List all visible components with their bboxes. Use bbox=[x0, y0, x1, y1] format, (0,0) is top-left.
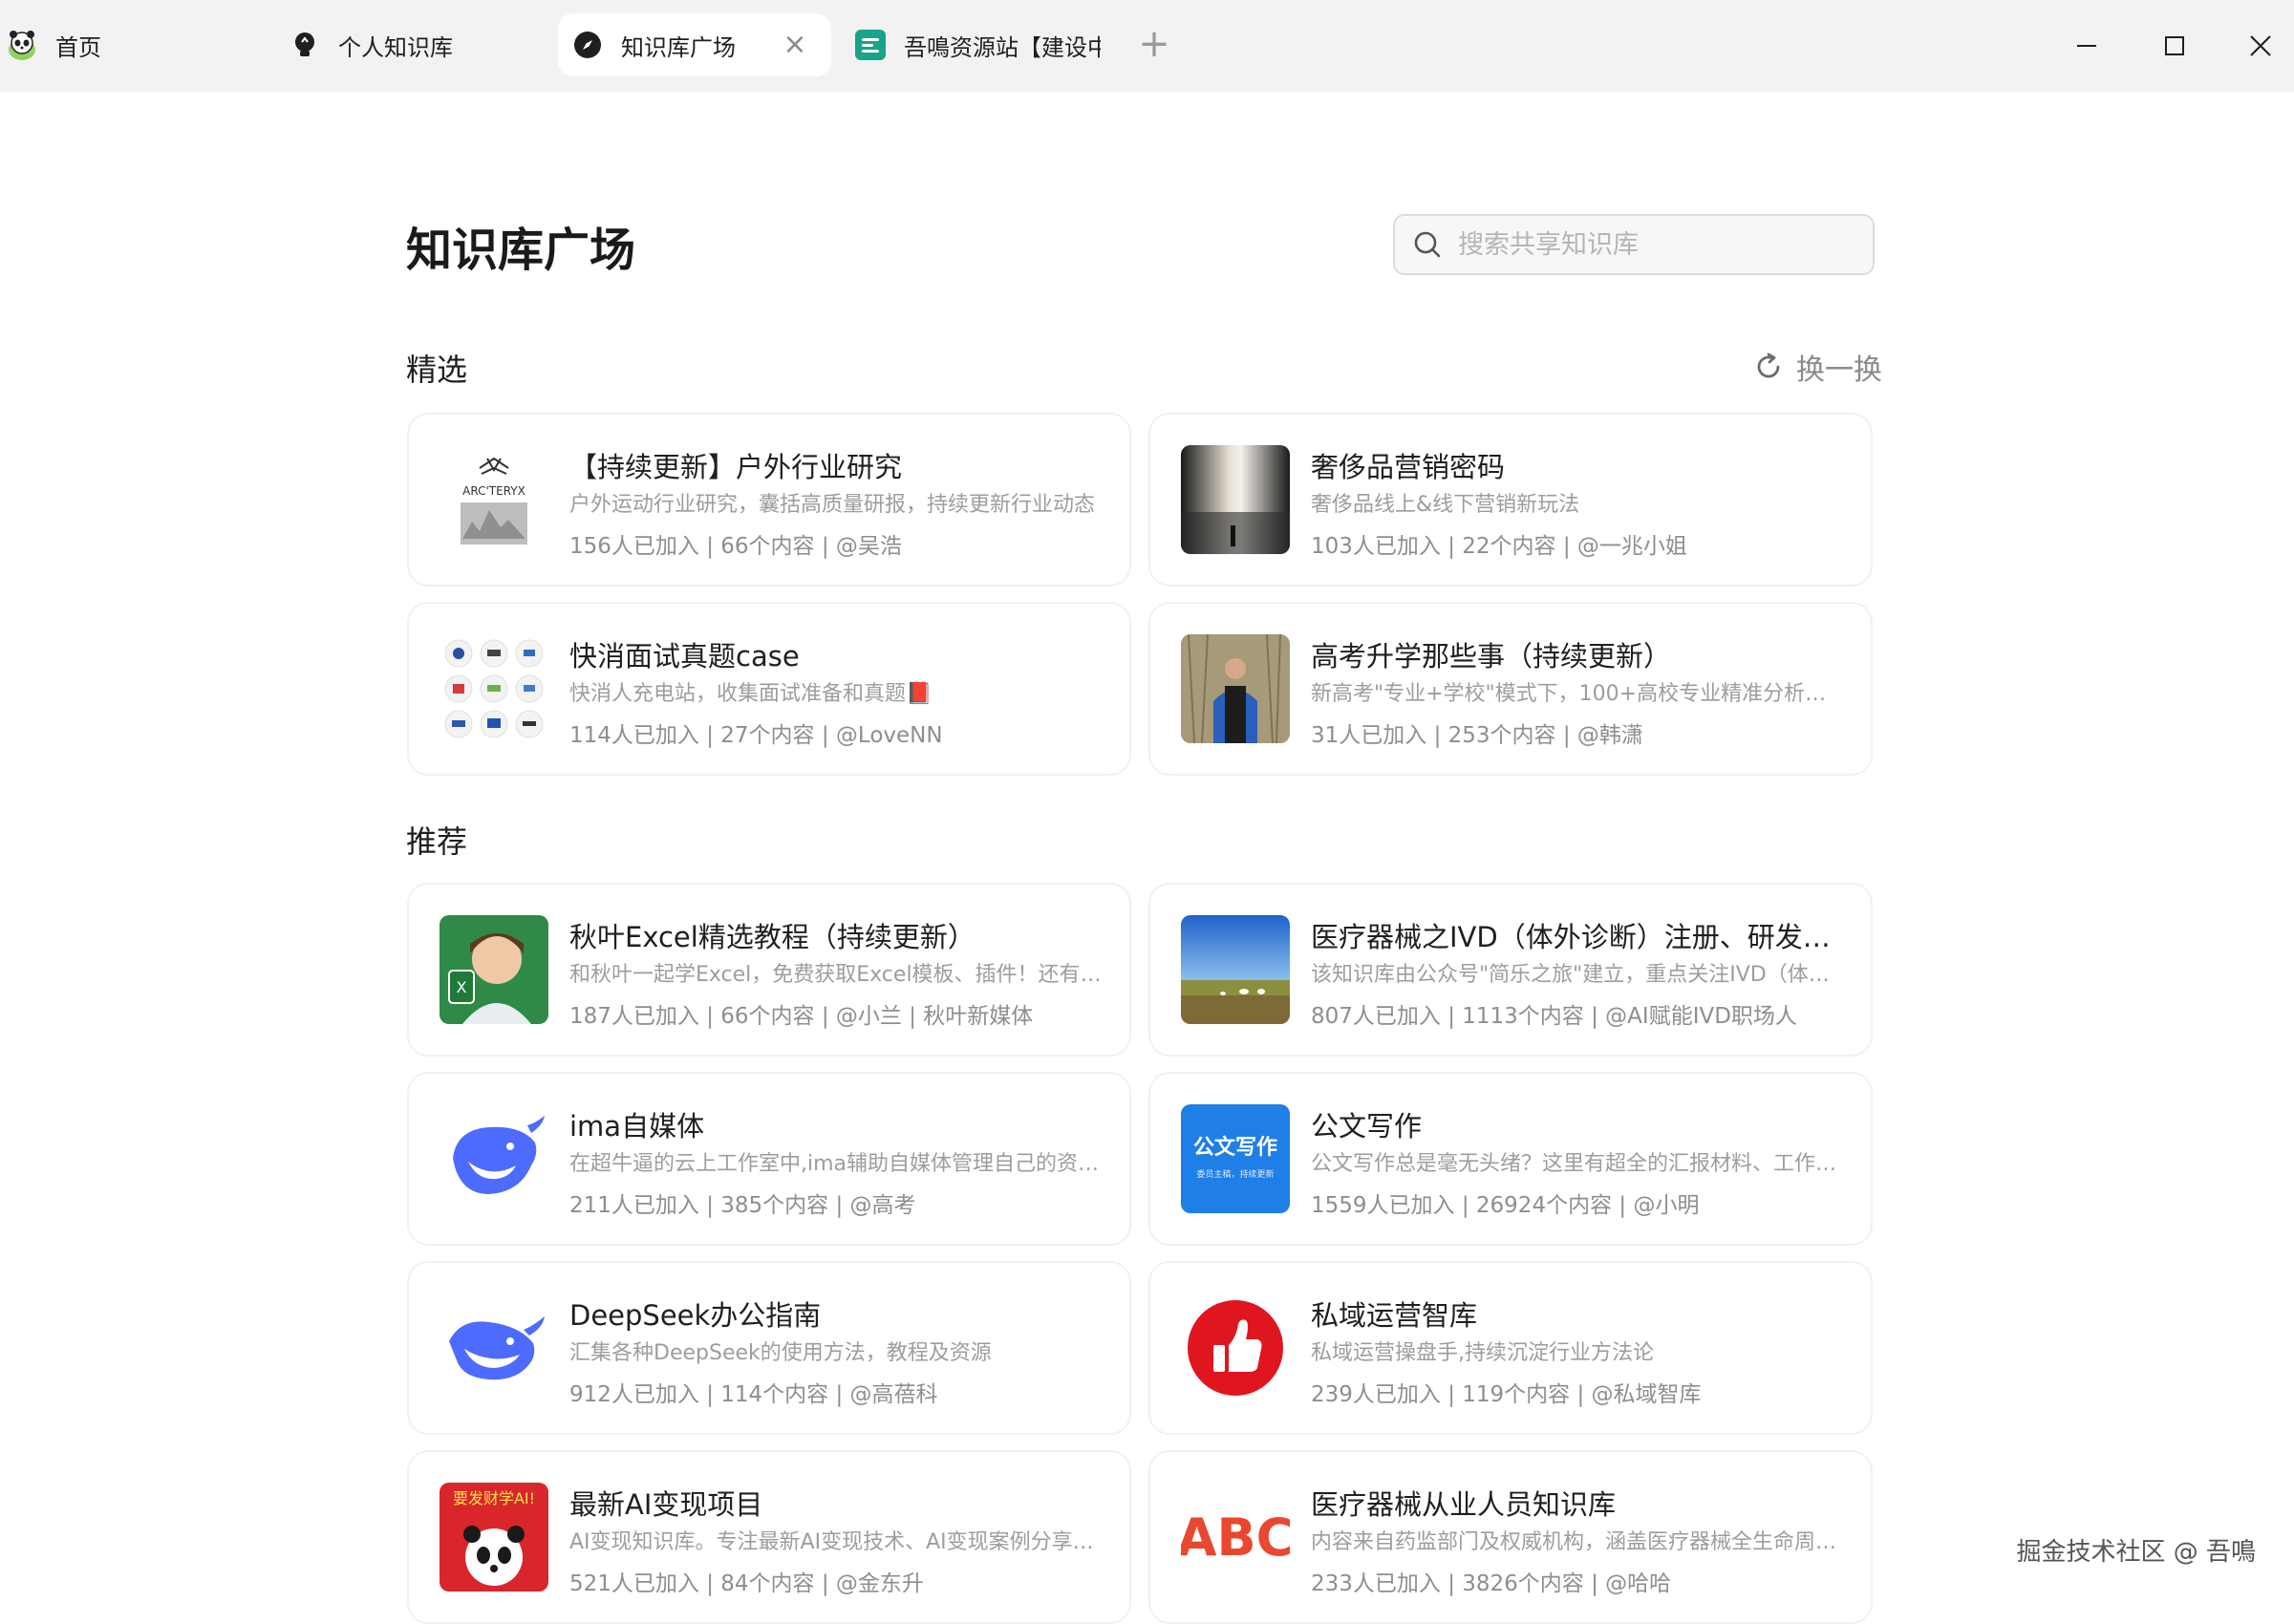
thumb-arcteryx: ARC'TERYX bbox=[440, 445, 548, 554]
tab-label: 个人知识库 bbox=[338, 33, 453, 61]
kb-card-private-domain[interactable]: 私域运营智库 私域运营操盘手,持续沉淀行业方法论 239人已加入 | 119个内… bbox=[1148, 1261, 1873, 1435]
card-title: 高考升学那些事（持续更新） bbox=[1311, 640, 1672, 673]
compass-icon bbox=[571, 29, 604, 61]
watermark: 掘金技术社区 @ 吾鳴 bbox=[2016, 1538, 2256, 1567]
tab-bar: 首页 个人知识库 知识库广场 × 吾鳴资源站【建设中 + bbox=[0, 0, 2294, 92]
kb-card-luxury[interactable]: 奢侈品营销密码 奢侈品线上&线下营销新玩法 103人已加入 | 22个内容 | … bbox=[1148, 413, 1873, 587]
thumb-abc-logo: ABC bbox=[1181, 1483, 1290, 1592]
card-title: ima自媒体 bbox=[569, 1110, 705, 1143]
thumb-person-photo bbox=[1181, 634, 1290, 743]
card-desc: 该知识库由公众号"简乐之旅"建立，重点关注IVD（体外诊断）… bbox=[1311, 963, 1846, 987]
card-title: 【持续更新】户外行业研究 bbox=[569, 451, 903, 483]
tab-kb-square[interactable]: 知识库广场 × bbox=[558, 13, 831, 76]
card-meta: 233人已加入 | 3826个内容 | @哈哈 bbox=[1311, 1571, 1672, 1596]
minimize-button[interactable] bbox=[2064, 23, 2110, 69]
close-window-button[interactable] bbox=[2238, 23, 2283, 69]
minimize-icon bbox=[2077, 45, 2096, 47]
card-meta: 211人已加入 | 385个内容 | @高考 bbox=[569, 1193, 916, 1218]
thumb-luxury-photo bbox=[1181, 445, 1290, 554]
tab-home[interactable]: 首页 bbox=[6, 13, 264, 76]
kb-card-ai-monetize[interactable]: 要发财学AI! 最新AI变现项目 AI变现知识库。专注最新AI变现技术、AI变现… bbox=[407, 1450, 1131, 1624]
app-icon bbox=[854, 29, 887, 61]
kb-card-excel[interactable]: X 秋叶Excel精选教程（持续更新） 和秋叶一起学Excel，免费获取Exce… bbox=[407, 883, 1131, 1057]
kb-card-deepseek[interactable]: DeepSeek办公指南 汇集各种DeepSeek的使用方法，教程及资源 912… bbox=[407, 1261, 1131, 1435]
kb-card-outdoor[interactable]: ARC'TERYX 【持续更新】户外行业研究 户外运动行业研究，囊括高质量研报，… bbox=[407, 413, 1131, 587]
card-meta: 103人已加入 | 22个内容 | @一兆小姐 bbox=[1311, 534, 1687, 559]
card-desc: AI变现知识库。专注最新AI变现技术、AI变现案例分享、AI… bbox=[569, 1530, 1104, 1554]
card-meta: 114人已加入 | 27个内容 | @LoveNN bbox=[569, 723, 943, 748]
card-meta: 807人已加入 | 1113个内容 | @AI赋能IVD职场人 bbox=[1311, 1004, 1797, 1029]
refresh-icon bbox=[1752, 351, 1785, 383]
card-title: 最新AI变现项目 bbox=[569, 1488, 763, 1521]
card-title: 快消面试真题case bbox=[569, 640, 800, 673]
search-input[interactable] bbox=[1458, 229, 1859, 260]
new-tab-button[interactable]: + bbox=[1135, 25, 1173, 67]
tab-label: 知识库广场 bbox=[621, 33, 736, 61]
thumb-brand-logos bbox=[440, 634, 548, 743]
tab-label: 吾鳴资源站【建设中 bbox=[904, 33, 1101, 61]
panda-icon bbox=[6, 29, 38, 61]
section-recommended-title: 推荐 bbox=[406, 823, 468, 860]
search-icon bbox=[1408, 225, 1447, 264]
card-desc: 内容来自药监部门及权威机构，涵盖医疗器械全生命周期… bbox=[1311, 1530, 1846, 1554]
card-desc: 汇集各种DeepSeek的使用方法，教程及资源 bbox=[569, 1341, 992, 1365]
card-meta: 1559人已加入 | 26924个内容 | @小明 bbox=[1311, 1193, 1700, 1218]
whale-logo-icon bbox=[440, 1293, 548, 1402]
thumb-text: 要发财学AI! bbox=[453, 1489, 535, 1507]
kb-card-gaokao[interactable]: 高考升学那些事（持续更新） 新高考"专业+学校"模式下，100+高校专业精准分析… bbox=[1148, 602, 1873, 776]
card-title: 奢侈品营销密码 bbox=[1311, 451, 1506, 483]
card-title: 秋叶Excel精选教程（持续更新） bbox=[569, 921, 975, 953]
card-desc: 在超牛逼的云上工作室中,ima辅助自媒体管理自己的资源库… bbox=[569, 1152, 1104, 1176]
card-title: 公文写作 bbox=[1311, 1110, 1423, 1143]
thumb-text: ABC bbox=[1181, 1507, 1290, 1568]
refresh-button[interactable]: 换一换 bbox=[1752, 346, 1882, 388]
card-desc: 公文写作总是毫无头绪？这里有超全的汇报材料、工作总结… bbox=[1311, 1152, 1846, 1176]
card-title: 私域运营智库 bbox=[1311, 1299, 1478, 1332]
search-box[interactable] bbox=[1393, 214, 1875, 275]
thumb-excel-avatar: X bbox=[440, 915, 548, 1024]
kb-card-medical-device[interactable]: ABC 医疗器械从业人员知识库 内容来自药监部门及权威机构，涵盖医疗器械全生命周… bbox=[1148, 1450, 1873, 1624]
page-title: 知识库广场 bbox=[406, 224, 636, 277]
kb-card-official-writing[interactable]: 公文写作 委员主稿，持续更新 公文写作 公文写作总是毫无头绪？这里有超全的汇报材… bbox=[1148, 1072, 1873, 1246]
close-icon bbox=[2250, 35, 2271, 56]
card-meta: 156人已加入 | 66个内容 | @吴浩 bbox=[569, 534, 902, 559]
card-title: 医疗器械从业人员知识库 bbox=[1311, 1488, 1617, 1521]
card-meta: 912人已加入 | 114个内容 | @高蓓科 bbox=[569, 1382, 938, 1407]
card-meta: 31人已加入 | 253个内容 | @韩潇 bbox=[1311, 723, 1643, 748]
kb-card-ima-media[interactable]: ima自媒体 在超牛逼的云上工作室中,ima辅助自媒体管理自己的资源库… 211… bbox=[407, 1072, 1131, 1246]
thumb-text: 公文写作 bbox=[1193, 1135, 1277, 1160]
thumb-subtext: 委员主稿，持续更新 bbox=[1196, 1168, 1274, 1180]
svg-text:X: X bbox=[457, 978, 467, 996]
bulb-icon bbox=[289, 29, 321, 61]
maximize-icon bbox=[2165, 36, 2184, 55]
card-desc: 奢侈品线上&线下营销新玩法 bbox=[1311, 493, 1580, 517]
whale-logo-icon bbox=[440, 1104, 548, 1213]
thumb-grassland-photo bbox=[1181, 915, 1290, 1024]
card-desc: 快消人充电站，收集面试准备和真题📕 bbox=[569, 682, 933, 706]
card-meta: 521人已加入 | 84个内容 | @金东升 bbox=[569, 1571, 924, 1596]
kb-card-ivd[interactable]: 医疗器械之IVD（体外诊断）注册、研发、生产… 该知识库由公众号"简乐之旅"建立… bbox=[1148, 883, 1873, 1057]
thumb-official-writing: 公文写作 委员主稿，持续更新 bbox=[1181, 1104, 1290, 1213]
thumb-text: ARC'TERYX bbox=[462, 484, 525, 498]
tab-label: 首页 bbox=[55, 33, 101, 61]
card-desc: 新高考"专业+学校"模式下，100+高校专业精准分析！找到… bbox=[1311, 682, 1846, 706]
tab-personal-kb[interactable]: 个人知识库 bbox=[289, 13, 547, 76]
kb-card-fmcg[interactable]: 快消面试真题case 快消人充电站，收集面试准备和真题📕 114人已加入 | 2… bbox=[407, 602, 1131, 776]
card-title: DeepSeek办公指南 bbox=[569, 1299, 822, 1332]
card-desc: 私域运营操盘手,持续沉淀行业方法论 bbox=[1311, 1341, 1654, 1365]
tab-resource-site[interactable]: 吾鳴资源站【建设中 bbox=[854, 13, 1101, 76]
section-featured-title: 精选 bbox=[406, 352, 468, 388]
card-meta: 239人已加入 | 119个内容 | @私域智库 bbox=[1311, 1382, 1702, 1407]
close-icon[interactable]: × bbox=[780, 30, 810, 60]
maximize-button[interactable] bbox=[2152, 23, 2198, 69]
card-meta: 187人已加入 | 66个内容 | @小兰 | 秋叶新媒体 bbox=[569, 1004, 1034, 1029]
refresh-label: 换一换 bbox=[1796, 353, 1882, 387]
thumbs-up-icon bbox=[1181, 1293, 1290, 1402]
card-desc: 和秋叶一起学Excel，免费获取Excel模板、插件！还有Excel技巧… bbox=[569, 963, 1104, 987]
thumb-panda-poster: 要发财学AI! bbox=[440, 1483, 548, 1592]
card-title: 医疗器械之IVD（体外诊断）注册、研发、生产… bbox=[1311, 921, 1846, 953]
card-desc: 户外运动行业研究，囊括高质量研报，持续更新行业动态 bbox=[569, 493, 1096, 517]
